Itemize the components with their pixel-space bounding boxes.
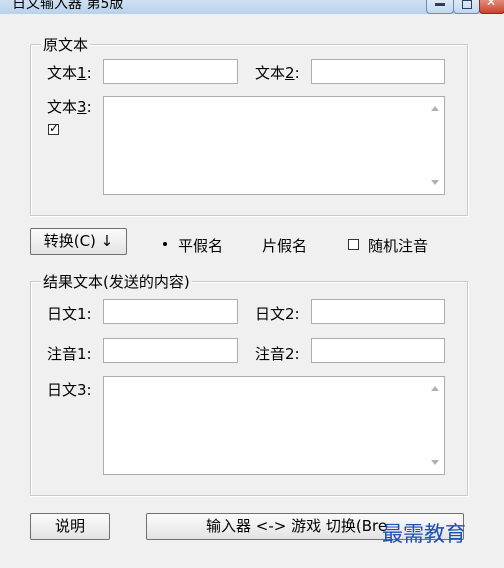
close-button[interactable]: ✕	[479, 0, 504, 14]
jp1-label: 日文1:	[47, 305, 92, 323]
jp1-input[interactable]	[103, 299, 238, 324]
jp3-textarea[interactable]	[103, 376, 445, 475]
furi2-input[interactable]	[311, 338, 445, 363]
check-icon: ✓	[49, 121, 60, 135]
text1-label: 文本1:	[47, 64, 92, 82]
source-group-legend: 原文本	[41, 34, 91, 55]
scroll-down-icon[interactable]	[431, 460, 439, 465]
help-button-label: 说明	[54, 517, 85, 535]
result-group-legend: 结果文本(发送的内容)	[41, 271, 192, 292]
scroll-up-icon[interactable]	[431, 386, 439, 391]
katakana-radio[interactable]	[244, 239, 254, 249]
watermark-text: 最需教育	[382, 522, 466, 546]
text3-checkbox[interactable]: ✓	[48, 121, 60, 135]
hiragana-radio[interactable]	[160, 239, 170, 249]
switch-mode-button-label: 输入器 <-> 游戏 切换(Bre	[206, 517, 388, 535]
text3-label: 文本3:	[47, 98, 92, 116]
random-furigana-label[interactable]: 随机注音	[368, 235, 428, 256]
text3-scrollbar[interactable]	[427, 97, 444, 194]
text2-input[interactable]	[311, 59, 445, 84]
scroll-down-icon[interactable]	[431, 180, 439, 185]
close-icon: ✕	[486, 0, 497, 9]
maximize-icon	[462, 0, 472, 9]
hiragana-label[interactable]: 平假名	[178, 235, 223, 256]
furi2-label: 注音2:	[255, 345, 300, 363]
furi1-input[interactable]	[103, 338, 238, 363]
help-button[interactable]: 说明	[30, 513, 110, 540]
jp2-label: 日文2:	[255, 305, 300, 323]
minimize-button[interactable]	[426, 0, 454, 14]
random-furigana-checkbox[interactable]	[348, 239, 359, 250]
jp3-label: 日文3:	[47, 381, 92, 399]
text3-textarea[interactable]	[103, 96, 445, 195]
title-bar[interactable]: 日文输入器 第5版 ✕	[0, 0, 504, 14]
text2-label: 文本2:	[255, 64, 300, 82]
minimize-icon	[435, 3, 445, 6]
convert-button-label: 转换(C) ↓	[43, 232, 114, 250]
furi1-label: 注音1:	[47, 345, 92, 363]
maximize-button[interactable]	[453, 0, 480, 14]
convert-button[interactable]: 转换(C) ↓	[30, 228, 127, 255]
jp3-scrollbar[interactable]	[427, 377, 444, 474]
jp2-input[interactable]	[311, 299, 445, 324]
katakana-label[interactable]: 片假名	[262, 235, 307, 256]
text1-input[interactable]	[103, 59, 238, 84]
scroll-up-icon[interactable]	[431, 106, 439, 111]
window-title: 日文输入器 第5版	[12, 0, 124, 12]
